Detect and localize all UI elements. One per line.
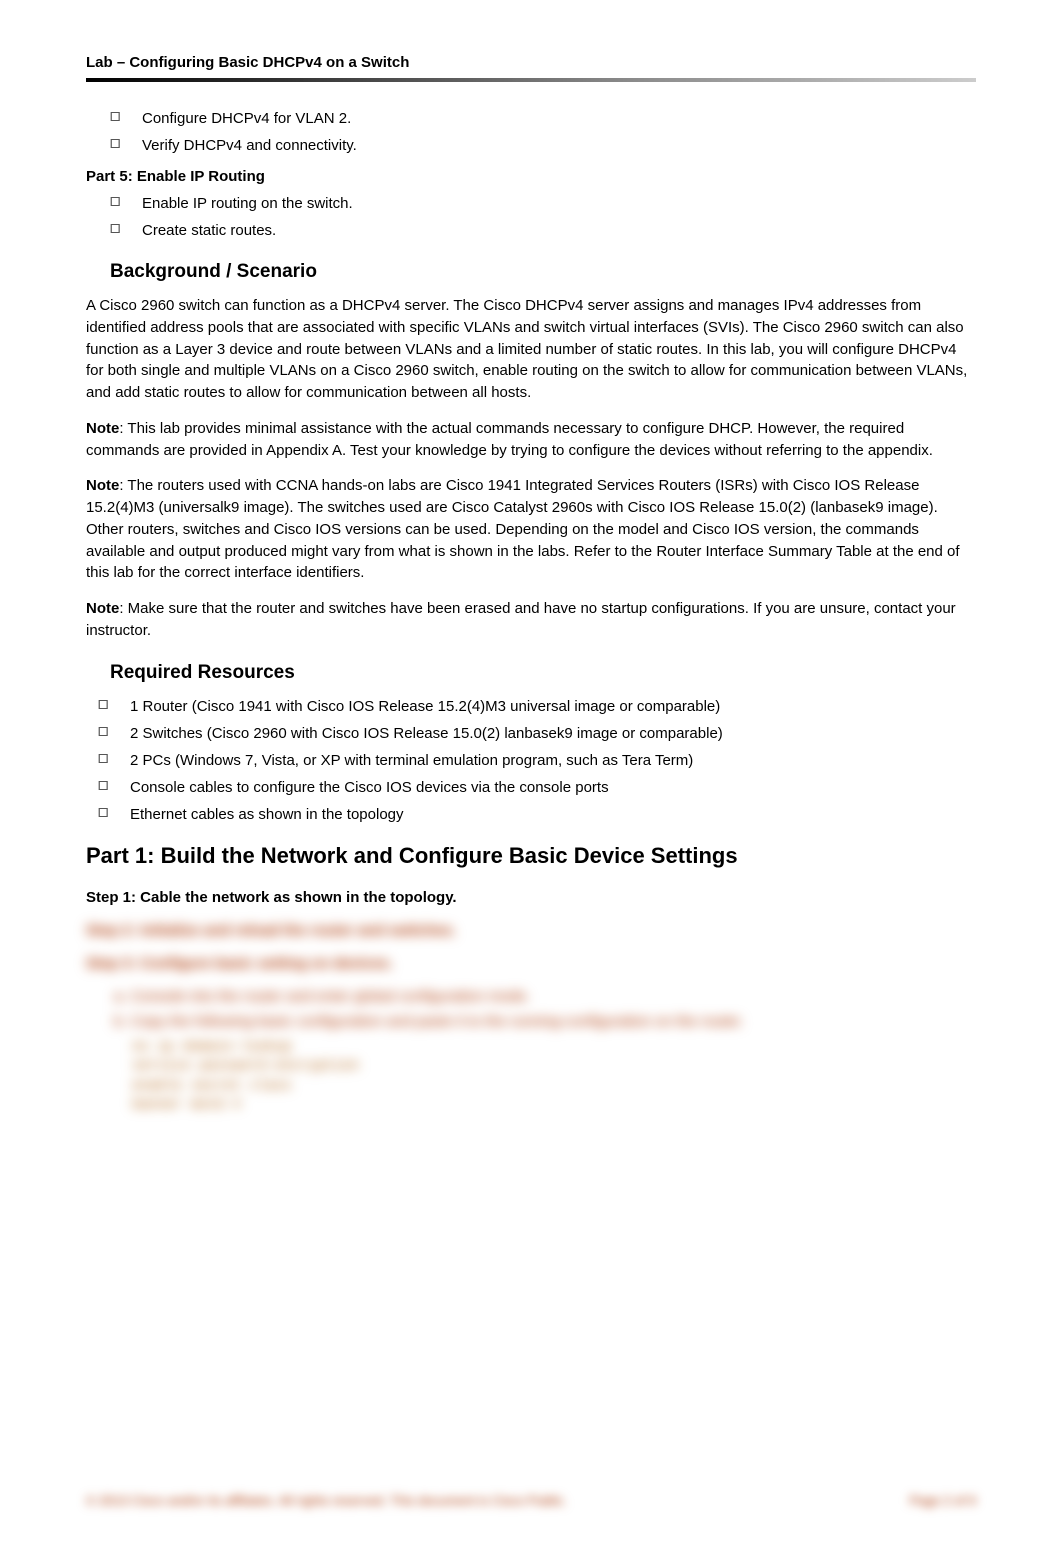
step-letter-b: b. Copy the following basic configuratio…	[114, 1013, 976, 1030]
bullet-text: Create static routes.	[142, 220, 976, 241]
footer-copyright: © 2013 Cisco and/or its affiliates. All …	[86, 1493, 567, 1508]
note-label: Note	[86, 477, 119, 494]
top-bullet-list: 🞐 Configure DHCPv4 for VLAN 2. 🞐 Verify …	[110, 108, 976, 156]
background-paragraph: A Cisco 2960 switch can function as a DH…	[86, 295, 976, 404]
note-text: : This lab provides minimal assistance w…	[86, 420, 933, 459]
step1-title: Step 1: Cable the network as shown in th…	[86, 889, 976, 906]
code-line: service password-encryption	[132, 1057, 976, 1077]
note-text: : Make sure that the router and switches…	[86, 600, 956, 639]
bullet-text: Ethernet cables as shown in the topology	[130, 804, 976, 825]
page-header: Lab – Configuring Basic DHCPv4 on a Swit…	[86, 54, 976, 77]
bullet-text: Enable IP routing on the switch.	[142, 193, 976, 214]
step3-title: Step 3: Configure basic setting on devic…	[86, 955, 976, 972]
list-item: 🞐 Console cables to configure the Cisco …	[98, 777, 976, 798]
bullet-icon: 🞐	[98, 777, 110, 795]
part5-title: Part 5: Enable IP Routing	[86, 168, 976, 185]
list-item: 🞐 Create static routes.	[110, 220, 976, 241]
step2-title: Step 2: Initialize and reload the router…	[86, 922, 976, 939]
part5-bullet-list: 🞐 Enable IP routing on the switch. 🞐 Cre…	[110, 193, 976, 241]
bullet-text: Configure DHCPv4 for VLAN 2.	[142, 108, 976, 129]
list-item: 🞐 2 PCs (Windows 7, Vista, or XP with te…	[98, 750, 976, 771]
bullet-text: Verify DHCPv4 and connectivity.	[142, 135, 976, 156]
blurred-content: Step 2: Initialize and reload the router…	[86, 922, 976, 1116]
footer-page-number: Page 2 of 9	[910, 1493, 977, 1508]
code-line: enable secret class	[132, 1077, 976, 1097]
note-label: Note	[86, 600, 119, 617]
list-item: 🞐 Ethernet cables as shown in the topolo…	[98, 804, 976, 825]
bullet-text: 1 Router (Cisco 1941 with Cisco IOS Rele…	[130, 696, 976, 717]
list-item: 🞐 Verify DHCPv4 and connectivity.	[110, 135, 976, 156]
code-line: no ip domain-lookup	[132, 1038, 976, 1058]
resources-bullet-list: 🞐 1 Router (Cisco 1941 with Cisco IOS Re…	[98, 696, 976, 825]
list-item: 🞐 Enable IP routing on the switch.	[110, 193, 976, 214]
header-divider	[86, 78, 976, 82]
bullet-icon: 🞐	[98, 723, 110, 741]
note-label: Note	[86, 420, 119, 437]
note-2: Note: The routers used with CCNA hands-o…	[86, 475, 976, 584]
bullet-text: 2 Switches (Cisco 2960 with Cisco IOS Re…	[130, 723, 976, 744]
note-3: Note: Make sure that the router and swit…	[86, 598, 976, 642]
code-line: banner motd #	[132, 1096, 976, 1116]
list-item: 🞐 Configure DHCPv4 for VLAN 2.	[110, 108, 976, 129]
note-1: Note: This lab provides minimal assistan…	[86, 418, 976, 462]
step-letter-a: a. Console into the router and enter glo…	[114, 988, 976, 1005]
bullet-icon: 🞐	[98, 750, 110, 768]
list-item: 🞐 1 Router (Cisco 1941 with Cisco IOS Re…	[98, 696, 976, 717]
bullet-icon: 🞐	[110, 135, 122, 153]
bullet-icon: 🞐	[98, 696, 110, 714]
page-content: 🞐 Configure DHCPv4 for VLAN 2. 🞐 Verify …	[86, 108, 976, 1116]
header-title: Lab – Configuring Basic DHCPv4 on a Swit…	[86, 54, 409, 71]
part1-title: Part 1: Build the Network and Configure …	[86, 843, 976, 869]
bullet-icon: 🞐	[110, 220, 122, 238]
bullet-icon: 🞐	[110, 108, 122, 126]
page-footer: © 2013 Cisco and/or its affiliates. All …	[86, 1493, 976, 1508]
note-text: : The routers used with CCNA hands-on la…	[86, 477, 960, 581]
bullet-text: 2 PCs (Windows 7, Vista, or XP with term…	[130, 750, 976, 771]
bullet-text: Console cables to configure the Cisco IO…	[130, 777, 976, 798]
bullet-icon: 🞐	[98, 804, 110, 822]
list-item: 🞐 2 Switches (Cisco 2960 with Cisco IOS …	[98, 723, 976, 744]
resources-title: Required Resources	[110, 662, 976, 684]
bullet-icon: 🞐	[110, 193, 122, 211]
background-title: Background / Scenario	[110, 261, 976, 283]
